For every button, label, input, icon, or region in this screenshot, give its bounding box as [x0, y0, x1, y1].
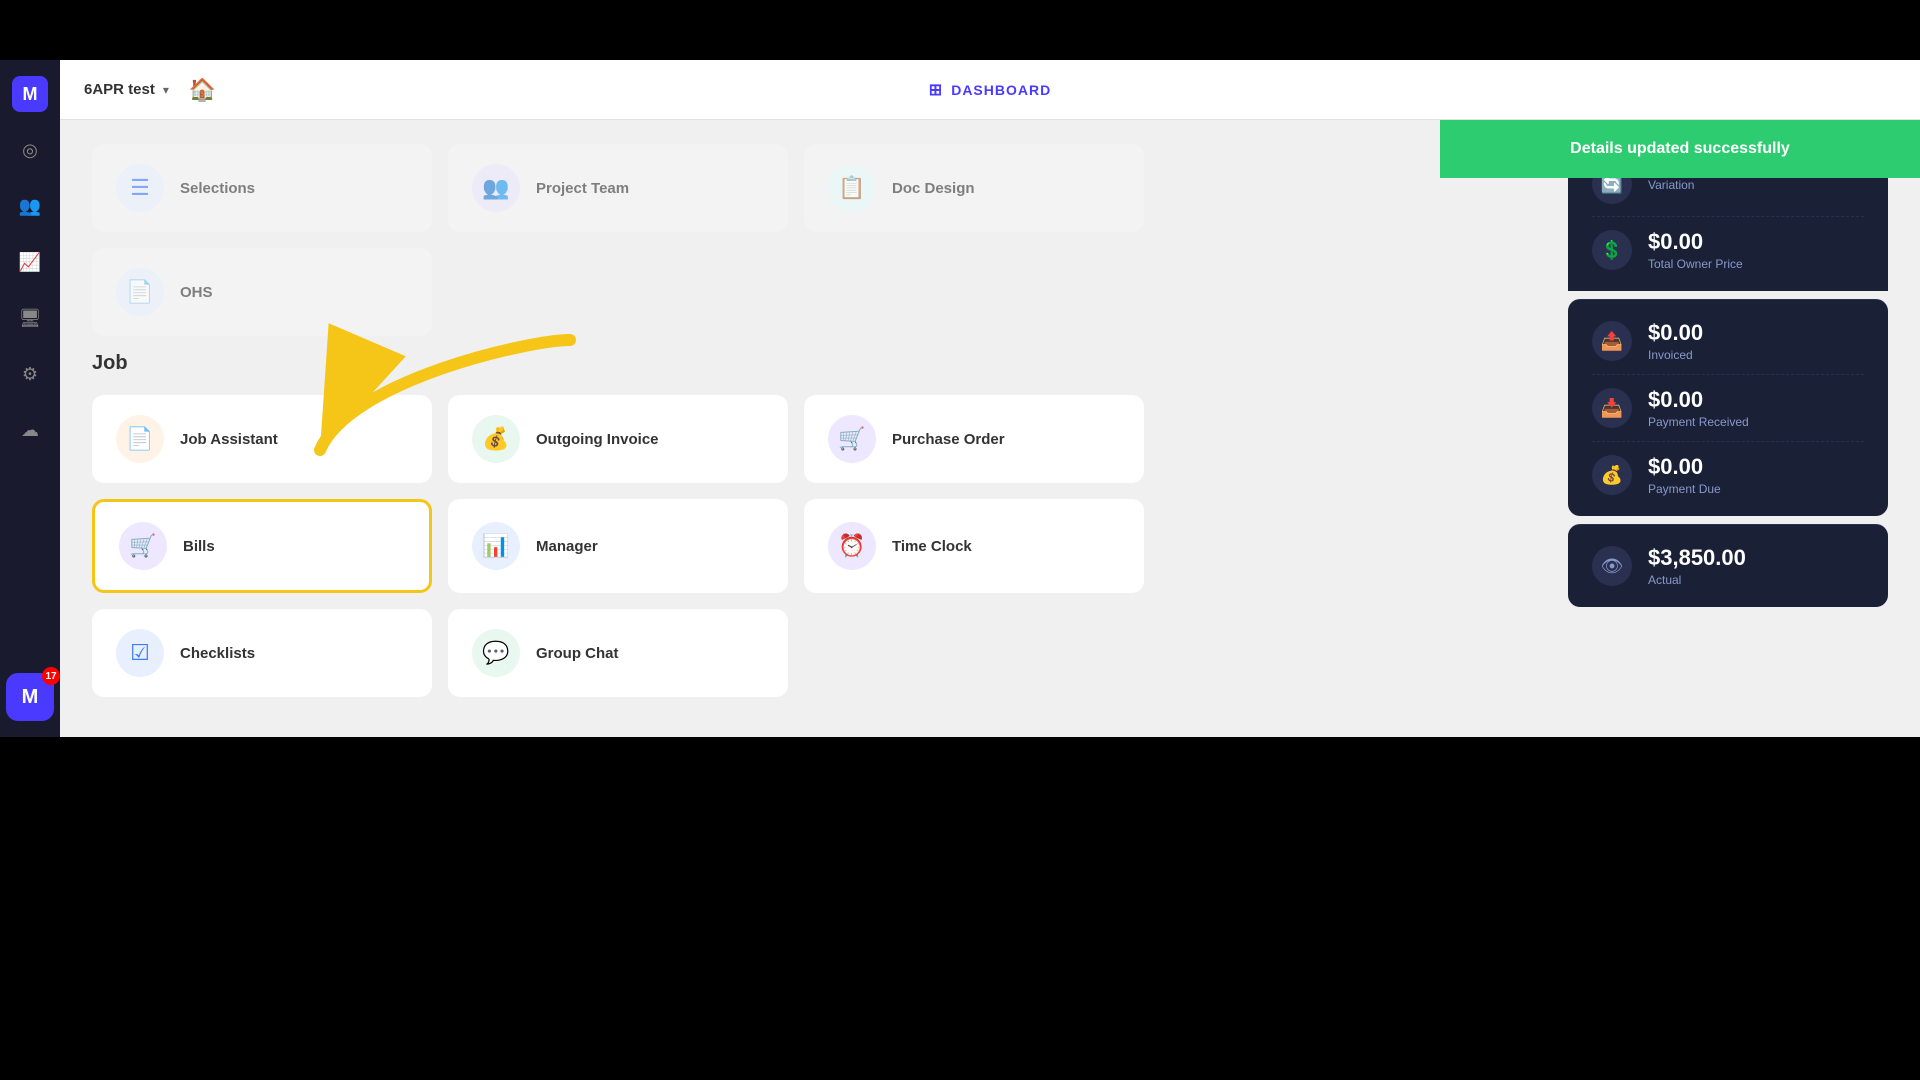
job-assistant-label: Job Assistant: [180, 431, 278, 448]
project-name: 6APR test: [84, 81, 155, 98]
panel-card-actual: 👁 $3,850.00 Actual: [1568, 524, 1888, 607]
menu-item-bills[interactable]: 🛒 Bills: [92, 499, 432, 593]
menu-item-ohs[interactable]: 📄 OHS: [92, 248, 432, 336]
purchase-order-icon: 🛒: [828, 415, 876, 463]
payment-received-info: $0.00 Payment Received: [1648, 387, 1749, 429]
top-row: ☰ Selections 👥 Project Team 📋 Doc Design: [92, 144, 1544, 232]
group-chat-label: Group Chat: [536, 645, 619, 662]
chevron-down-icon: ▾: [163, 83, 169, 97]
manager-label: Manager: [536, 538, 598, 555]
invoiced-icon: 📤: [1592, 321, 1632, 361]
payment-due-label: Payment Due: [1648, 482, 1721, 496]
menu-item-group-chat[interactable]: 💬 Group Chat: [448, 609, 788, 697]
owner-price-label: Total Owner Price: [1648, 257, 1743, 271]
payment-due-amount: $0.00: [1648, 454, 1721, 480]
menu-item-checklists[interactable]: ☑ Checklists: [92, 609, 432, 697]
success-toast: Details updated successfully: [1440, 120, 1920, 178]
menu-item-project-team[interactable]: 👥 Project Team: [448, 144, 788, 232]
checklists-label: Checklists: [180, 645, 255, 662]
invoiced-row: 📤 $0.00 Invoiced: [1592, 320, 1864, 362]
outgoing-invoice-label: Outgoing Invoice: [536, 431, 659, 448]
payment-due-info: $0.00 Payment Due: [1648, 454, 1721, 496]
job-section-label: Job: [92, 352, 1544, 375]
actual-amount: $3,850.00: [1648, 545, 1746, 571]
panel-card-invoicing: 📤 $0.00 Invoiced 📥 $0.00 Payment Receive…: [1568, 299, 1888, 516]
bills-label: Bills: [183, 538, 215, 555]
job-assistant-icon: 📄: [116, 415, 164, 463]
actual-label: Actual: [1648, 573, 1746, 587]
variation-label: Variation: [1648, 178, 1694, 192]
payment-due-icon: 💰: [1592, 455, 1632, 495]
sidebar-icon-analytics[interactable]: 📈: [12, 244, 48, 280]
invoiced-amount: $0.00: [1648, 320, 1703, 346]
menu-item-outgoing-invoice[interactable]: 💰 Outgoing Invoice: [448, 395, 788, 483]
toast-message: Details updated successfully: [1570, 140, 1790, 158]
owner-price-amount: $0.00: [1648, 229, 1743, 255]
group-chat-icon: 💬: [472, 629, 520, 677]
sidebar-icon-dashboard[interactable]: ◎: [12, 132, 48, 168]
content-area: ☰ Selections 👥 Project Team 📋 Doc Design: [60, 120, 1920, 737]
sidebar-bottom-logo: M 17: [6, 673, 54, 721]
job-row-1: 📄 Job Assistant 💰 Outgoing Invoice 🛒 Pur…: [92, 395, 1544, 483]
dashboard-label: DASHBOARD: [951, 82, 1051, 98]
ohs-icon: 📄: [116, 268, 164, 316]
checklists-icon: ☑: [116, 629, 164, 677]
doc-design-label: Doc Design: [892, 180, 975, 197]
job-row-2: 🛒 Bills 📊 Manager ⏰ Time Clock: [92, 499, 1544, 593]
sidebar-icon-people[interactable]: 👥: [12, 188, 48, 224]
project-team-label: Project Team: [536, 180, 629, 197]
right-panel: 🔄 Variation 💲 $0.00 Total Owner Price: [1568, 144, 1888, 713]
doc-design-icon: 📋: [828, 164, 876, 212]
time-clock-label: Time Clock: [892, 538, 972, 555]
menu-item-job-assistant[interactable]: 📄 Job Assistant: [92, 395, 432, 483]
menu-item-selections[interactable]: ☰ Selections: [92, 144, 432, 232]
menu-item-manager[interactable]: 📊 Manager: [448, 499, 788, 593]
sidebar: M ◎ 👥 📈 🖥 ⚙ ☁ M 17: [0, 60, 60, 737]
payment-received-icon: 📥: [1592, 388, 1632, 428]
menu-item-purchase-order[interactable]: 🛒 Purchase Order: [804, 395, 1144, 483]
payment-received-amount: $0.00: [1648, 387, 1749, 413]
dashboard-grid-icon: ⊞: [929, 80, 943, 100]
ohs-label: OHS: [180, 284, 213, 301]
owner-price-info: $0.00 Total Owner Price: [1648, 229, 1743, 271]
owner-price-row: 💲 $0.00 Total Owner Price: [1592, 229, 1864, 271]
sidebar-icon-cloud[interactable]: ☁: [12, 412, 48, 448]
outgoing-invoice-icon: 💰: [472, 415, 520, 463]
actual-icon: 👁: [1592, 546, 1632, 586]
header: 6APR test ▾ 🏠 ⊞ DASHBOARD: [60, 60, 1920, 120]
variation-info: Variation: [1648, 176, 1694, 192]
project-selector[interactable]: 6APR test ▾: [84, 81, 169, 98]
dashboard-button[interactable]: ⊞ DASHBOARD: [929, 80, 1051, 100]
project-team-icon: 👥: [472, 164, 520, 212]
sidebar-icon-monitor[interactable]: 🖥: [12, 300, 48, 336]
menu-grid: ☰ Selections 👥 Project Team 📋 Doc Design: [92, 144, 1544, 713]
selections-label: Selections: [180, 180, 255, 197]
ohs-row: 📄 OHS: [92, 248, 1544, 336]
notification-badge: 17: [42, 667, 60, 685]
job-row-3: ☑ Checklists 💬 Group Chat: [92, 609, 1544, 697]
home-icon[interactable]: 🏠: [189, 77, 216, 103]
owner-price-icon: 💲: [1592, 230, 1632, 270]
invoiced-label: Invoiced: [1648, 348, 1703, 362]
payment-received-row: 📥 $0.00 Payment Received: [1592, 387, 1864, 429]
menu-item-time-clock[interactable]: ⏰ Time Clock: [804, 499, 1144, 593]
purchase-order-label: Purchase Order: [892, 431, 1005, 448]
manager-icon: 📊: [472, 522, 520, 570]
selections-icon: ☰: [116, 164, 164, 212]
time-clock-icon: ⏰: [828, 522, 876, 570]
invoiced-info: $0.00 Invoiced: [1648, 320, 1703, 362]
menu-item-doc-design[interactable]: 📋 Doc Design: [804, 144, 1144, 232]
app-logo[interactable]: M: [12, 76, 48, 112]
sidebar-icon-settings[interactable]: ⚙: [12, 356, 48, 392]
actual-info: $3,850.00 Actual: [1648, 545, 1746, 587]
payment-received-label: Payment Received: [1648, 415, 1749, 429]
payment-due-row: 💰 $0.00 Payment Due: [1592, 454, 1864, 496]
bills-icon: 🛒: [119, 522, 167, 570]
actual-row: 👁 $3,850.00 Actual: [1592, 545, 1864, 587]
